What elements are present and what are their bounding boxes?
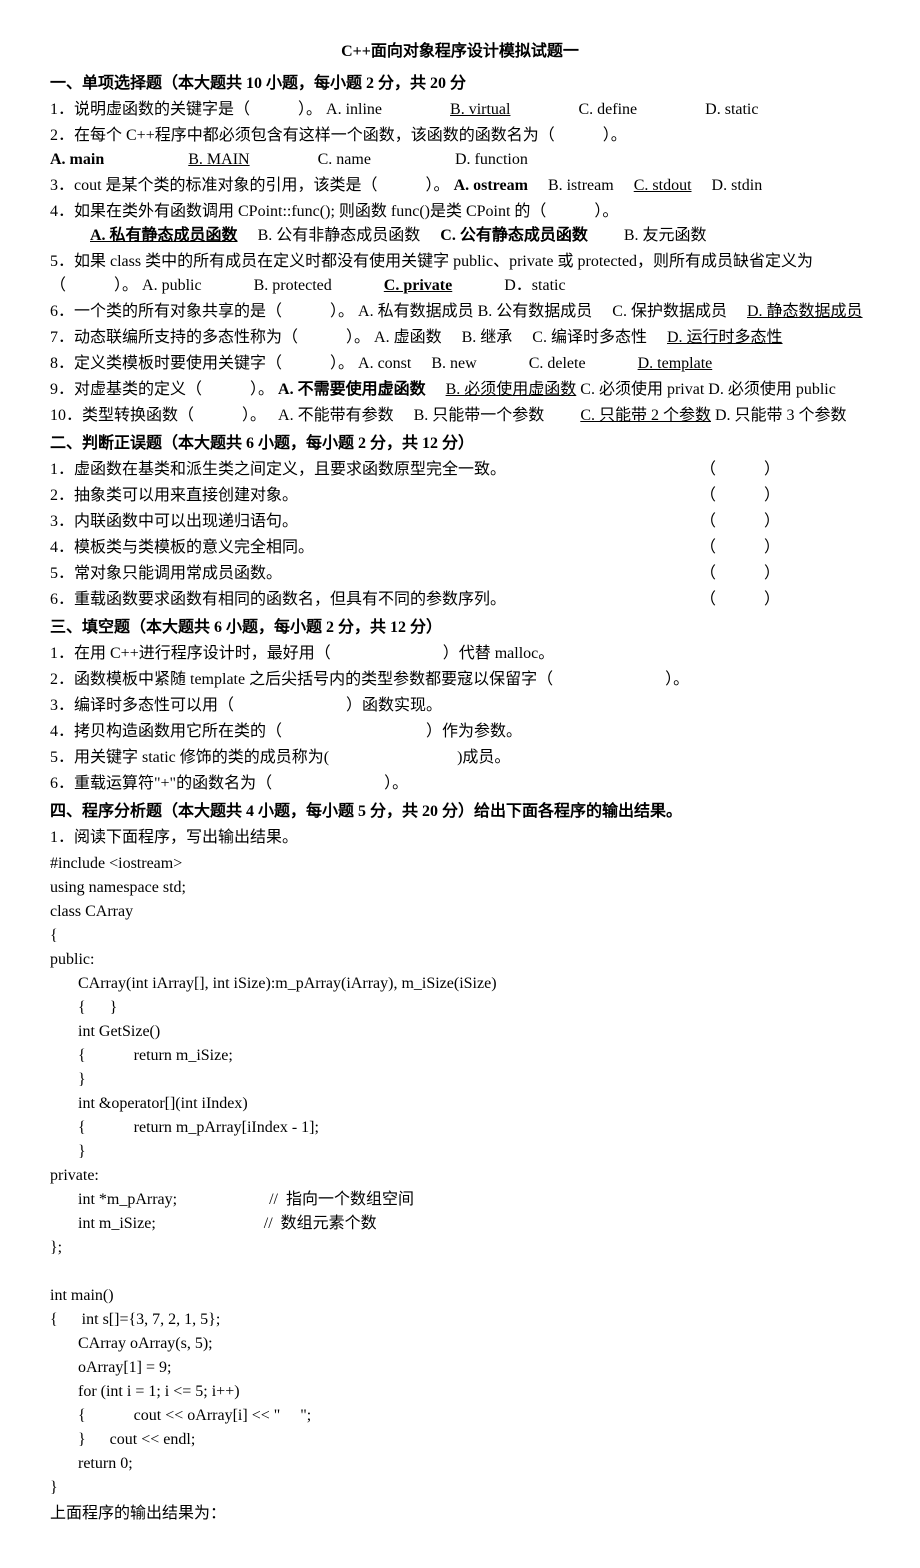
s2-q3: 3．内联函数中可以出现递归语句。 （ ） bbox=[50, 510, 870, 534]
q2-d: D. function bbox=[455, 151, 528, 168]
q4-d: B. 友元函数 bbox=[624, 227, 707, 244]
section2-header: 二、判断正误题（本大题共 6 小题，每小题 2 分，共 12 分） bbox=[50, 432, 870, 456]
s2-q4: 4．模板类与类模板的意义完全相同。 （ ） bbox=[50, 536, 870, 560]
q5-a: A. public bbox=[142, 277, 202, 294]
tf-bracket: （ ） bbox=[700, 562, 780, 586]
q10: 10．类型转换函数（ ）。 A. 不能带有参数 B. 只能带一个参数 C. 只能… bbox=[50, 404, 870, 428]
q2-a: A. main bbox=[50, 151, 104, 168]
q9-b: B. 必须使用虚函数 bbox=[446, 381, 577, 398]
s4-q1-outro: 上面程序的输出结果为： bbox=[50, 1502, 870, 1526]
s2-q5-text: 5．常对象只能调用常成员函数。 bbox=[50, 565, 282, 582]
s3-q1: 1．在用 C++进行程序设计时，最好用（ ）代替 malloc。 bbox=[50, 642, 870, 666]
q5-c: C. private bbox=[384, 277, 452, 294]
q6-b: B. 公有数据成员 bbox=[478, 303, 593, 320]
q7-c: C. 编译时多态性 bbox=[532, 329, 647, 346]
tf-bracket: （ ） bbox=[700, 588, 780, 612]
q9-a: A. 不需要使用虚函数 bbox=[278, 381, 426, 398]
page-title: C++面向对象程序设计模拟试题一 bbox=[50, 40, 870, 64]
q4-text: 4．如果在类外有函数调用 CPoint::func(); 则函数 func()是… bbox=[50, 203, 618, 220]
tf-bracket: （ ） bbox=[700, 484, 780, 508]
q7: 7．动态联编所支持的多态性称为（ ）。 A. 虚函数 B. 继承 C. 编译时多… bbox=[50, 326, 870, 350]
s2-q4-text: 4．模板类与类模板的意义完全相同。 bbox=[50, 539, 314, 556]
s3-q6: 6．重载运算符"+"的函数名为（ ）。 bbox=[50, 772, 870, 796]
q5-b: B. protected bbox=[254, 277, 332, 294]
q6-text: 6．一个类的所有对象共享的是（ ）。 bbox=[50, 303, 354, 320]
q8-d: D. template bbox=[638, 355, 713, 372]
code-block: #include <iostream> using namespace std;… bbox=[50, 852, 870, 1500]
q10-text: 10．类型转换函数（ ）。 bbox=[50, 407, 258, 424]
q7-d: D. 运行时多态性 bbox=[667, 329, 783, 346]
q2-text: 2．在每个 C++程序中都必须包含有这样一个函数，该函数的函数名为（ ）。 bbox=[50, 127, 627, 144]
s2-q6-text: 6．重载函数要求函数有相同的函数名，但具有不同的参数序列。 bbox=[50, 591, 506, 608]
q6-d: D. 静态数据成员 bbox=[747, 303, 863, 320]
section1-header: 一、单项选择题（本大题共 10 小题，每小题 2 分，共 20 分 bbox=[50, 72, 870, 96]
q3-b: B. istream bbox=[548, 177, 614, 194]
q4-b: B. 公有非静态成员函数 bbox=[258, 227, 421, 244]
q1-b: B. virtual bbox=[450, 101, 510, 118]
q2-b: B. MAIN bbox=[188, 151, 249, 168]
s2-q1-text: 1．虚函数在基类和派生类之间定义，且要求函数原型完全一致。 bbox=[50, 461, 506, 478]
s2-q3-text: 3．内联函数中可以出现递归语句。 bbox=[50, 513, 298, 530]
q9-c: C. 必须使用 privat bbox=[580, 381, 704, 398]
q7-b: B. 继承 bbox=[462, 329, 513, 346]
q8-text: 8．定义类模板时要使用关键字（ ）。 bbox=[50, 355, 354, 372]
section3-header: 三、填空题（本大题共 6 小题，每小题 2 分，共 12 分） bbox=[50, 616, 870, 640]
q1-d: D. static bbox=[705, 101, 758, 118]
tf-bracket: （ ） bbox=[700, 536, 780, 560]
s2-q6: 6．重载函数要求函数有相同的函数名，但具有不同的参数序列。 （ ） bbox=[50, 588, 870, 612]
q3-c: C. stdout bbox=[634, 177, 692, 194]
s4-q1-intro: 1．阅读下面程序，写出输出结果。 bbox=[50, 826, 870, 850]
s2-q1: 1．虚函数在基类和派生类之间定义，且要求函数原型完全一致。 （ ） bbox=[50, 458, 870, 482]
q8: 8．定义类模板时要使用关键字（ ）。 A. const B. new C. de… bbox=[50, 352, 870, 376]
q4-a: A. 私有静态成员函数 bbox=[90, 227, 238, 244]
q1-text: 1．说明虚函数的关键字是（ ）。 bbox=[50, 101, 322, 118]
q1-c: C. define bbox=[578, 101, 637, 118]
s3-q5: 5．用关键字 static 修饰的类的成员称为( )成员。 bbox=[50, 746, 870, 770]
q3-a: A. ostream bbox=[454, 177, 528, 194]
q3: 3．cout 是某个类的标准对象的引用，该类是（ ）。 A. ostream B… bbox=[50, 174, 870, 198]
q10-a: A. 不能带有参数 bbox=[278, 407, 394, 424]
q3-text: 3．cout 是某个类的标准对象的引用，该类是（ ）。 bbox=[50, 177, 450, 194]
s2-q2: 2．抽象类可以用来直接创建对象。 （ ） bbox=[50, 484, 870, 508]
q6-a: A. 私有数据成员 bbox=[358, 303, 474, 320]
q7-text: 7．动态联编所支持的多态性称为（ ）。 bbox=[50, 329, 370, 346]
q9-d: D. 必须使用 public bbox=[708, 381, 836, 398]
q8-a: A. const bbox=[358, 355, 411, 372]
s3-q2: 2．函数模板中紧随 template 之后尖括号内的类型参数都要寇以保留字（ ）… bbox=[50, 668, 870, 692]
s2-q2-text: 2．抽象类可以用来直接创建对象。 bbox=[50, 487, 298, 504]
q10-c: C. 只能带 2 个参数 bbox=[580, 407, 711, 424]
q9: 9．对虚基类的定义（ ）。 A. 不需要使用虚函数 B. 必须使用虚函数 C. … bbox=[50, 378, 870, 402]
q10-b: B. 只能带一个参数 bbox=[414, 407, 545, 424]
q1-a: A. inline bbox=[326, 101, 382, 118]
s3-q4: 4．拷贝构造函数用它所在类的（ ）作为参数。 bbox=[50, 720, 870, 744]
section4-header: 四、程序分析题（本大题共 4 小题，每小题 5 分，共 20 分）给出下面各程序… bbox=[50, 800, 870, 824]
q10-d: D. 只能带 3 个参数 bbox=[715, 407, 847, 424]
q7-a: A. 虚函数 bbox=[374, 329, 442, 346]
q1: 1．说明虚函数的关键字是（ ）。 A. inline B. virtual C.… bbox=[50, 98, 870, 122]
q6: 6．一个类的所有对象共享的是（ ）。 A. 私有数据成员 B. 公有数据成员 C… bbox=[50, 300, 870, 324]
s2-q5: 5．常对象只能调用常成员函数。 （ ） bbox=[50, 562, 870, 586]
q3-d: D. stdin bbox=[712, 177, 763, 194]
tf-bracket: （ ） bbox=[700, 458, 780, 482]
q2: 2．在每个 C++程序中都必须包含有这样一个函数，该函数的函数名为（ ）。 A.… bbox=[50, 124, 870, 172]
q9-text: 9．对虚基类的定义（ ）。 bbox=[50, 381, 274, 398]
s3-q3: 3．编译时多态性可以用（ ）函数实现。 bbox=[50, 694, 870, 718]
q8-b: B. new bbox=[431, 355, 476, 372]
q4: 4．如果在类外有函数调用 CPoint::func(); 则函数 func()是… bbox=[50, 200, 870, 248]
q2-c: C. name bbox=[318, 151, 371, 168]
q4-c: C. 公有静态成员函数 bbox=[440, 227, 588, 244]
q6-c: C. 保护数据成员 bbox=[612, 303, 727, 320]
q5-d: D．static bbox=[504, 277, 565, 294]
q8-c: C. delete bbox=[529, 355, 586, 372]
q5: 5．如果 class 类中的所有成员在定义时都没有使用关键字 public、pr… bbox=[50, 250, 870, 298]
tf-bracket: （ ） bbox=[700, 510, 780, 534]
